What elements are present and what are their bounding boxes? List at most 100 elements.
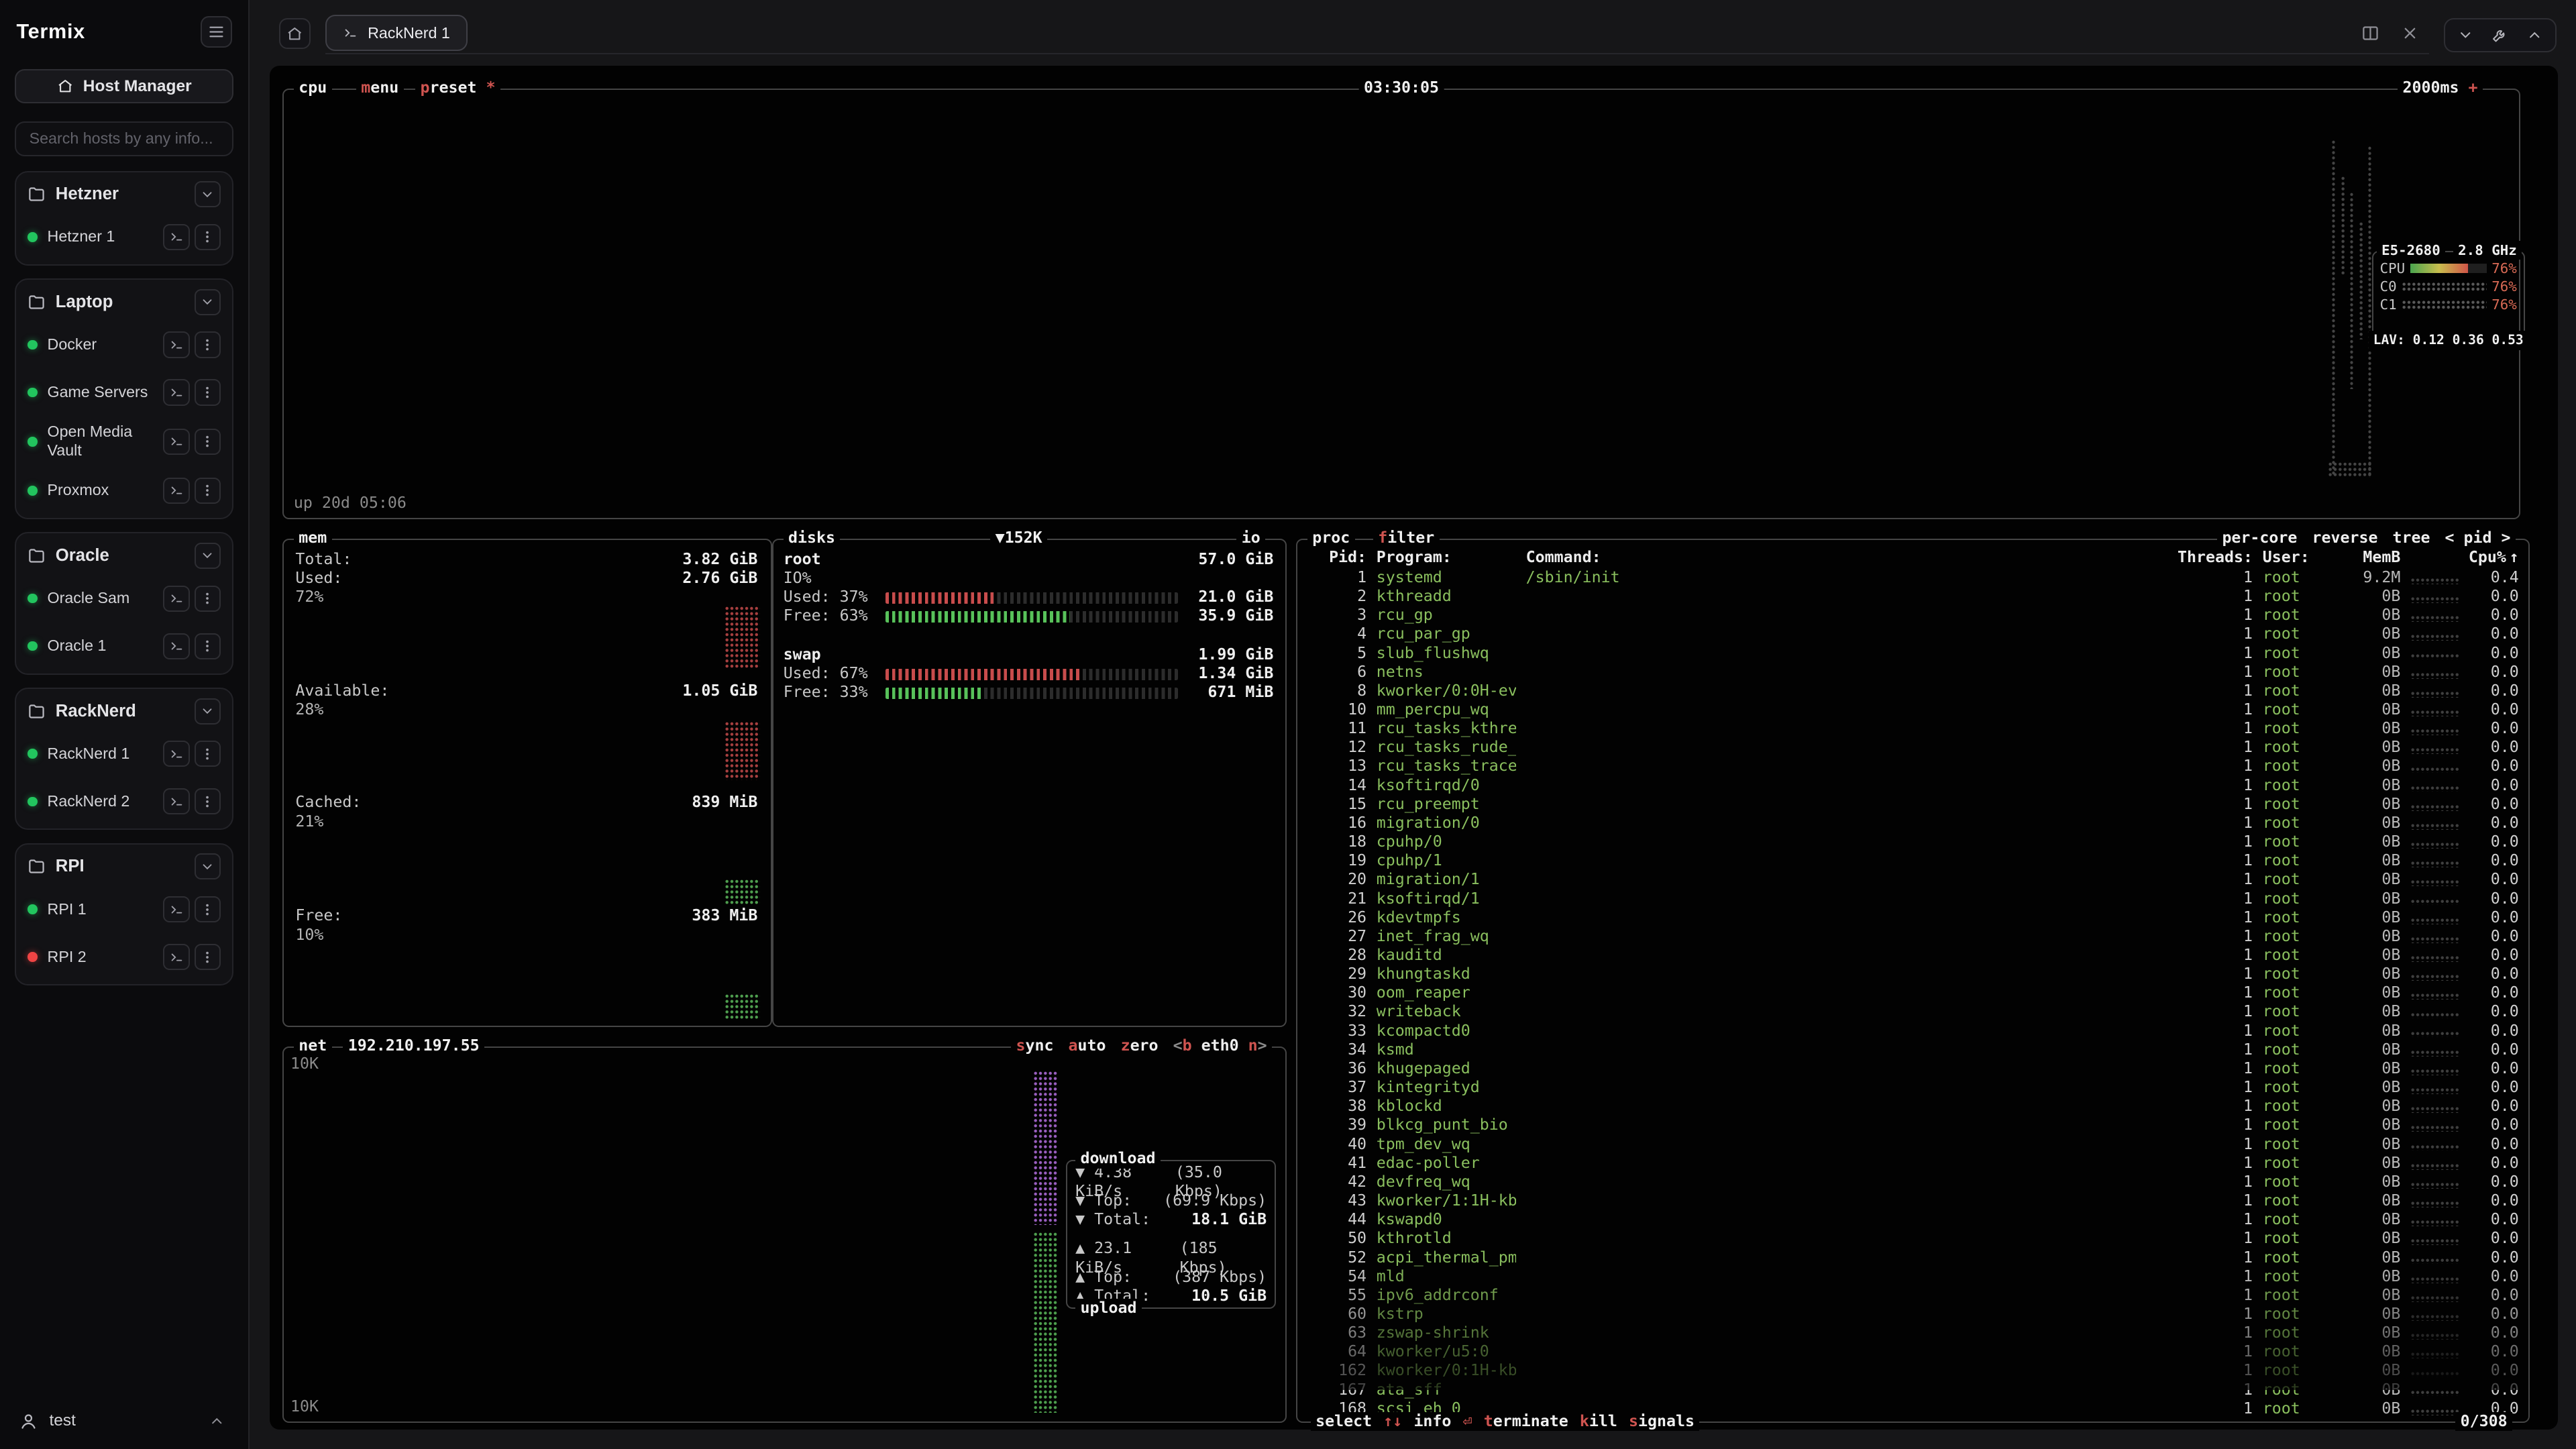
- folder-header[interactable]: Oracle: [19, 537, 229, 574]
- folder-collapse-button[interactable]: [195, 543, 221, 569]
- user-menu[interactable]: test: [15, 1400, 233, 1436]
- host-menu-button[interactable]: [195, 379, 221, 405]
- folder-header[interactable]: RackNerd: [19, 692, 229, 730]
- folder-collapse-button[interactable]: [195, 289, 221, 315]
- process-row[interactable]: 4 rcu_par_gp 1 root 0B 0.0: [1299, 625, 2527, 643]
- scroll-down-button[interactable]: [2448, 19, 2482, 51]
- folder-header[interactable]: Hetzner: [19, 176, 229, 213]
- open-terminal-button[interactable]: [163, 478, 189, 504]
- open-terminal-button[interactable]: [163, 586, 189, 612]
- host-manager-button[interactable]: Host Manager: [15, 69, 233, 103]
- host-item[interactable]: Docker: [19, 321, 229, 369]
- open-terminal-button[interactable]: [163, 429, 189, 455]
- reverse-toggle[interactable]: reverse: [2312, 529, 2377, 547]
- preset-button[interactable]: preset *: [415, 78, 500, 97]
- host-menu-button[interactable]: [195, 224, 221, 250]
- sidebar-menu-button[interactable]: [201, 16, 232, 48]
- host-menu-button[interactable]: [195, 478, 221, 504]
- process-row[interactable]: 15 rcu_preempt 1 root 0B 0.0: [1299, 795, 2527, 814]
- host-item[interactable]: Game Servers: [19, 369, 229, 417]
- header-pid[interactable]: Pid:: [1307, 548, 1366, 567]
- tree-toggle[interactable]: tree: [2392, 529, 2430, 547]
- folder-header[interactable]: RPI: [19, 848, 229, 885]
- folder-collapse-button[interactable]: [195, 853, 221, 879]
- tools-button[interactable]: [2483, 19, 2517, 51]
- host-item[interactable]: RackNerd 1: [19, 730, 229, 777]
- per-core-toggle[interactable]: per-core: [2222, 529, 2297, 547]
- process-row[interactable]: 28 kauditd 1 root 0B 0.0: [1299, 946, 2527, 965]
- open-terminal-button[interactable]: [163, 896, 189, 922]
- host-menu-button[interactable]: [195, 633, 221, 659]
- process-row[interactable]: 29 khungtaskd 1 root 0B 0.0: [1299, 965, 2527, 983]
- process-row[interactable]: 8 kworker/0:0H-eve 1 root 0B 0.0: [1299, 682, 2527, 700]
- user-menu-expand-button[interactable]: [206, 1409, 229, 1432]
- process-row[interactable]: 20 migration/1 1 root 0B 0.0: [1299, 870, 2527, 889]
- host-menu-button[interactable]: [195, 944, 221, 970]
- net-zero-button[interactable]: zero: [1121, 1036, 1159, 1055]
- process-row[interactable]: 50 kthrotld 1 root 0B 0.0: [1299, 1229, 2527, 1248]
- host-item[interactable]: Hetzner 1: [19, 213, 229, 261]
- process-row[interactable]: 2 kthreadd 1 root 0B 0.0: [1299, 587, 2527, 606]
- update-interval[interactable]: 2000ms +: [2398, 78, 2483, 97]
- sort-column-selector[interactable]: < pid >: [2445, 529, 2511, 547]
- process-row[interactable]: 11 rcu_tasks_kthrea 1 root 0B 0.0: [1299, 719, 2527, 738]
- info-button[interactable]: info: [1413, 1412, 1451, 1431]
- header-threads[interactable]: Threads:: [2177, 548, 2253, 567]
- process-row[interactable]: 63 zswap-shrink 1 root 0B 0.0: [1299, 1324, 2527, 1342]
- process-row[interactable]: 54 mld 1 root 0B 0.0: [1299, 1267, 2527, 1286]
- signals-button[interactable]: signals: [1629, 1412, 1695, 1431]
- process-row[interactable]: 34 ksmd 1 root 0B 0.0: [1299, 1040, 2527, 1059]
- menu-button[interactable]: menu: [356, 78, 404, 97]
- process-row[interactable]: 5 slub_flushwq 1 root 0B 0.0: [1299, 644, 2527, 663]
- host-item[interactable]: RackNerd 2: [19, 777, 229, 825]
- folder-header[interactable]: Laptop: [19, 283, 229, 321]
- folder-collapse-button[interactable]: [195, 698, 221, 724]
- process-row[interactable]: 39 blkcg_punt_bio 1 root 0B 0.0: [1299, 1116, 2527, 1134]
- close-tab-button[interactable]: [2398, 21, 2422, 46]
- process-row[interactable]: 32 writeback 1 root 0B 0.0: [1299, 1002, 2527, 1021]
- process-row[interactable]: 43 kworker/1:1H-kbl 1 root 0B 0.0: [1299, 1191, 2527, 1210]
- process-row[interactable]: 16 migration/0 1 root 0B 0.0: [1299, 814, 2527, 833]
- host-menu-button[interactable]: [195, 586, 221, 612]
- split-view-button[interactable]: [2358, 21, 2383, 46]
- tab-racknerd-1[interactable]: RackNerd 1: [325, 15, 468, 51]
- process-row[interactable]: 18 cpuhp/0 1 root 0B 0.0: [1299, 833, 2527, 851]
- host-menu-button[interactable]: [195, 896, 221, 922]
- process-row[interactable]: 12 rcu_tasks_rude_k 1 root 0B 0.0: [1299, 738, 2527, 757]
- process-row[interactable]: 64 kworker/u5:0 1 root 0B 0.0: [1299, 1342, 2527, 1361]
- io-mode-button[interactable]: io: [1236, 529, 1265, 547]
- net-interface-switcher[interactable]: <b eth0 n>: [1173, 1036, 1267, 1055]
- process-row[interactable]: 3 rcu_gp 1 root 0B 0.0: [1299, 606, 2527, 625]
- net-sync-button[interactable]: sync: [1016, 1036, 1054, 1055]
- host-menu-button[interactable]: [195, 741, 221, 767]
- host-item[interactable]: Oracle Sam: [19, 575, 229, 623]
- process-row[interactable]: 1 systemd /sbin/init 1 root 9.2M 0.4: [1299, 568, 2527, 587]
- net-auto-button[interactable]: auto: [1069, 1036, 1106, 1055]
- open-terminal-button[interactable]: [163, 944, 189, 970]
- open-terminal-button[interactable]: [163, 224, 189, 250]
- open-terminal-button[interactable]: [163, 788, 189, 814]
- header-cpu[interactable]: Cpu%↑: [2469, 548, 2518, 567]
- header-program[interactable]: Program:: [1377, 548, 1516, 567]
- filter-button[interactable]: filter: [1373, 529, 1440, 547]
- process-row[interactable]: 10 mm_percpu_wq 1 root 0B 0.0: [1299, 700, 2527, 719]
- header-memb[interactable]: MemB: [2351, 548, 2400, 567]
- process-row[interactable]: 36 khugepaged 1 root 0B 0.0: [1299, 1059, 2527, 1078]
- process-row[interactable]: 26 kdevtmpfs 1 root 0B 0.0: [1299, 908, 2527, 927]
- terminate-button[interactable]: terminate: [1484, 1412, 1568, 1431]
- process-row[interactable]: 19 cpuhp/1 1 root 0B 0.0: [1299, 851, 2527, 870]
- host-item[interactable]: Proxmox: [19, 467, 229, 515]
- host-menu-button[interactable]: [195, 429, 221, 455]
- folder-collapse-button[interactable]: [195, 181, 221, 207]
- host-item[interactable]: RPI 2: [19, 933, 229, 981]
- process-row[interactable]: 27 inet_frag_wq 1 root 0B 0.0: [1299, 927, 2527, 946]
- host-item[interactable]: Open Media Vault: [19, 417, 229, 467]
- process-row[interactable]: 40 tpm_dev_wq 1 root 0B 0.0: [1299, 1135, 2527, 1154]
- host-menu-button[interactable]: [195, 331, 221, 358]
- process-row[interactable]: 162 kworker/0:1H-kbl 1 root 0B 0.0: [1299, 1361, 2527, 1380]
- process-row[interactable]: 41 edac-poller 1 root 0B 0.0: [1299, 1154, 2527, 1173]
- header-user[interactable]: User:: [2263, 548, 2342, 567]
- process-row[interactable]: 38 kblockd 1 root 0B 0.0: [1299, 1097, 2527, 1116]
- process-row[interactable]: 55 ipv6_addrconf 1 root 0B 0.0: [1299, 1286, 2527, 1305]
- host-menu-button[interactable]: [195, 788, 221, 814]
